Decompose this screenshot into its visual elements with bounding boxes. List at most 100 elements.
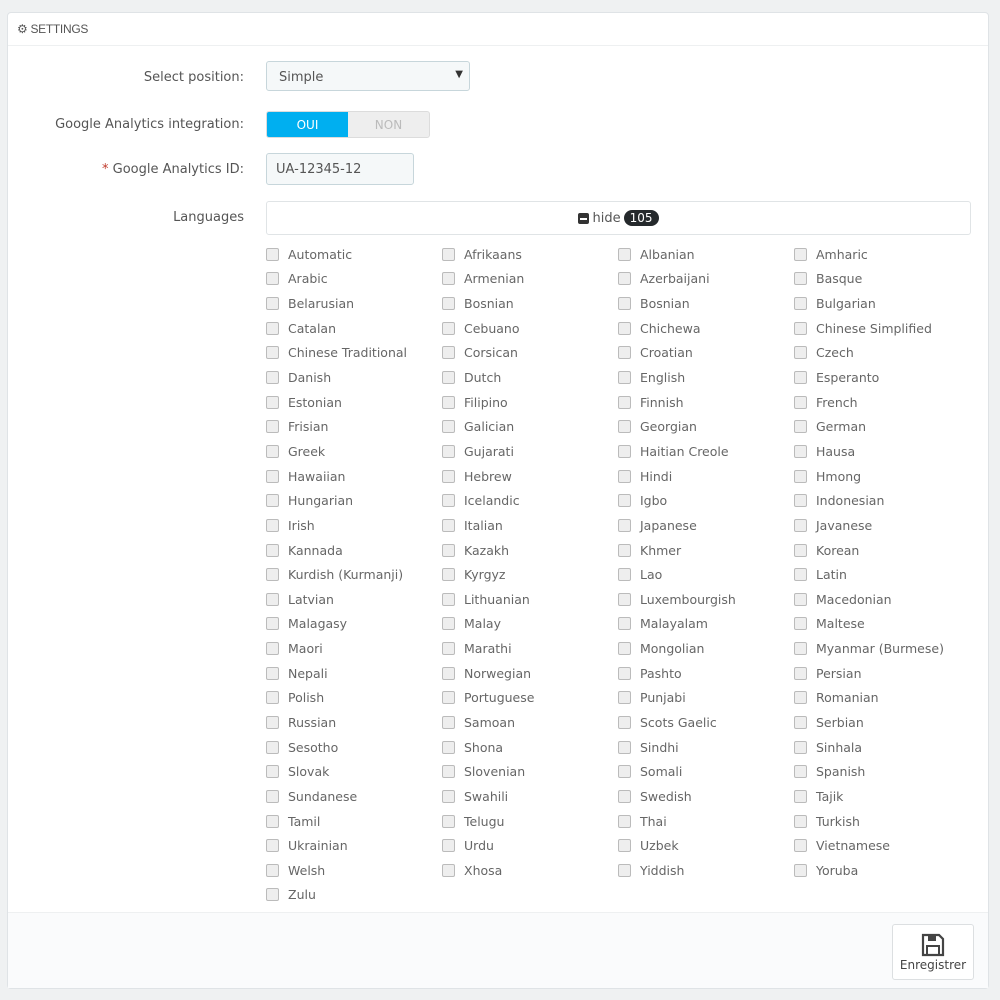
checkbox[interactable] bbox=[442, 518, 455, 532]
checkbox[interactable] bbox=[442, 469, 455, 483]
analytics-toggle[interactable]: OUI NON bbox=[266, 111, 430, 138]
checkbox[interactable] bbox=[442, 715, 455, 729]
language-option[interactable]: Bosnian bbox=[618, 291, 794, 316]
checkbox[interactable] bbox=[442, 568, 455, 582]
language-option[interactable]: Finnish bbox=[618, 390, 794, 415]
language-option[interactable]: Polish bbox=[266, 686, 442, 711]
language-option[interactable]: French bbox=[794, 390, 970, 415]
language-option[interactable]: Khmer bbox=[618, 538, 794, 563]
checkbox[interactable] bbox=[794, 371, 807, 385]
language-option[interactable]: Punjabi bbox=[618, 686, 794, 711]
checkbox[interactable] bbox=[442, 691, 455, 705]
checkbox[interactable] bbox=[618, 420, 631, 434]
language-option[interactable]: Igbo bbox=[618, 488, 794, 513]
language-option[interactable]: Catalan bbox=[266, 316, 442, 341]
checkbox[interactable] bbox=[442, 740, 455, 754]
checkbox[interactable] bbox=[618, 371, 631, 385]
languages-toggle-button[interactable]: hide 105 bbox=[266, 201, 971, 235]
checkbox[interactable] bbox=[442, 346, 455, 360]
language-option[interactable]: Corsican bbox=[442, 341, 618, 366]
checkbox[interactable] bbox=[794, 272, 807, 286]
language-option[interactable]: Shona bbox=[442, 735, 618, 760]
checkbox[interactable] bbox=[442, 863, 455, 877]
checkbox[interactable] bbox=[794, 568, 807, 582]
checkbox[interactable] bbox=[442, 789, 455, 803]
checkbox[interactable] bbox=[794, 494, 807, 508]
language-option[interactable]: Sesotho bbox=[266, 735, 442, 760]
language-option[interactable]: Serbian bbox=[794, 710, 970, 735]
checkbox[interactable] bbox=[442, 666, 455, 680]
checkbox[interactable] bbox=[266, 469, 279, 483]
language-option[interactable]: Danish bbox=[266, 365, 442, 390]
checkbox[interactable] bbox=[618, 297, 631, 311]
checkbox[interactable] bbox=[794, 765, 807, 779]
language-option[interactable]: Gujarati bbox=[442, 439, 618, 464]
checkbox[interactable] bbox=[442, 543, 455, 557]
toggle-non[interactable]: NON bbox=[348, 112, 429, 137]
checkbox[interactable] bbox=[618, 518, 631, 532]
checkbox[interactable] bbox=[794, 642, 807, 656]
checkbox[interactable] bbox=[794, 321, 807, 335]
language-option[interactable]: Spanish bbox=[794, 759, 970, 784]
checkbox[interactable] bbox=[618, 765, 631, 779]
language-option[interactable]: Xhosa bbox=[442, 858, 618, 883]
checkbox[interactable] bbox=[794, 395, 807, 409]
checkbox[interactable] bbox=[266, 444, 279, 458]
checkbox[interactable] bbox=[794, 592, 807, 606]
checkbox[interactable] bbox=[442, 395, 455, 409]
language-option[interactable]: Tajik bbox=[794, 784, 970, 809]
checkbox[interactable] bbox=[442, 642, 455, 656]
checkbox[interactable] bbox=[266, 789, 279, 803]
checkbox[interactable] bbox=[442, 297, 455, 311]
language-option[interactable]: Basque bbox=[794, 267, 970, 292]
language-option[interactable]: Marathi bbox=[442, 636, 618, 661]
language-option[interactable]: Urdu bbox=[442, 833, 618, 858]
toggle-oui[interactable]: OUI bbox=[267, 112, 348, 137]
checkbox[interactable] bbox=[794, 247, 807, 261]
checkbox[interactable] bbox=[442, 321, 455, 335]
checkbox[interactable] bbox=[794, 715, 807, 729]
language-option[interactable]: Swahili bbox=[442, 784, 618, 809]
checkbox[interactable] bbox=[794, 617, 807, 631]
checkbox[interactable] bbox=[794, 420, 807, 434]
language-option[interactable]: Hebrew bbox=[442, 464, 618, 489]
checkbox[interactable] bbox=[266, 371, 279, 385]
language-option[interactable]: Nepali bbox=[266, 661, 442, 686]
language-option[interactable]: Malay bbox=[442, 612, 618, 637]
checkbox[interactable] bbox=[442, 839, 455, 853]
checkbox[interactable] bbox=[794, 666, 807, 680]
checkbox[interactable] bbox=[794, 740, 807, 754]
language-option[interactable]: Sundanese bbox=[266, 784, 442, 809]
checkbox[interactable] bbox=[618, 814, 631, 828]
checkbox[interactable] bbox=[442, 814, 455, 828]
language-option[interactable]: Malayalam bbox=[618, 612, 794, 637]
checkbox[interactable] bbox=[442, 494, 455, 508]
language-option[interactable]: Chinese Simplified bbox=[794, 316, 970, 341]
checkbox[interactable] bbox=[618, 543, 631, 557]
position-select[interactable]: Simple ▼ bbox=[266, 61, 470, 91]
checkbox[interactable] bbox=[266, 297, 279, 311]
language-option[interactable]: Romanian bbox=[794, 686, 970, 711]
language-option[interactable]: Kannada bbox=[266, 538, 442, 563]
language-option[interactable]: Maltese bbox=[794, 612, 970, 637]
language-option[interactable]: Automatic bbox=[266, 242, 442, 267]
checkbox[interactable] bbox=[618, 863, 631, 877]
language-option[interactable]: Hausa bbox=[794, 439, 970, 464]
language-option[interactable]: Kyrgyz bbox=[442, 562, 618, 587]
language-option[interactable]: Lao bbox=[618, 562, 794, 587]
checkbox[interactable] bbox=[618, 469, 631, 483]
checkbox[interactable] bbox=[442, 592, 455, 606]
language-option[interactable]: Cebuano bbox=[442, 316, 618, 341]
language-option[interactable]: Frisian bbox=[266, 414, 442, 439]
language-option[interactable]: Ukrainian bbox=[266, 833, 442, 858]
language-option[interactable]: Yoruba bbox=[794, 858, 970, 883]
language-option[interactable]: Kazakh bbox=[442, 538, 618, 563]
language-option[interactable]: Afrikaans bbox=[442, 242, 618, 267]
language-option[interactable]: Slovenian bbox=[442, 759, 618, 784]
language-option[interactable]: Uzbek bbox=[618, 833, 794, 858]
language-option[interactable]: Indonesian bbox=[794, 488, 970, 513]
checkbox[interactable] bbox=[618, 321, 631, 335]
checkbox[interactable] bbox=[442, 444, 455, 458]
ga-id-input[interactable]: UA-12345-12 bbox=[266, 153, 414, 185]
checkbox[interactable] bbox=[618, 715, 631, 729]
